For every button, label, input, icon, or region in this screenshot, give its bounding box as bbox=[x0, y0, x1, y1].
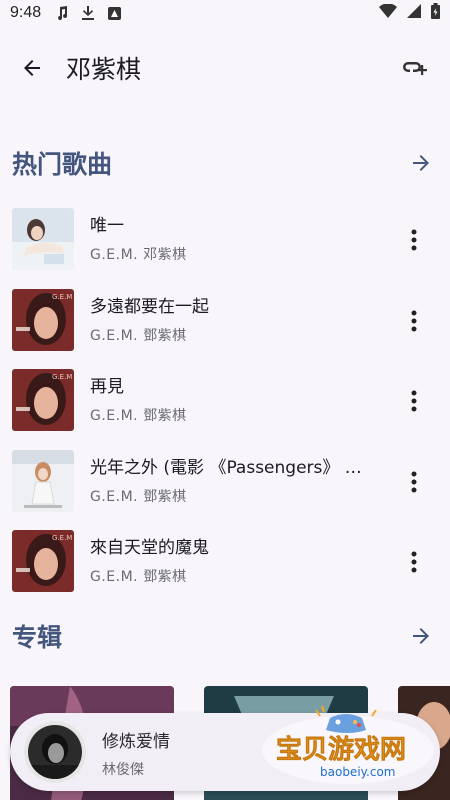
wifi-icon bbox=[379, 3, 397, 22]
album-cover: G.E.M bbox=[12, 530, 74, 592]
song-row[interactable]: G.E.M 多遠都要在一起 G.E.M. 鄧紫棋 bbox=[0, 281, 450, 362]
back-button[interactable] bbox=[12, 48, 52, 88]
albums-title: 专辑 bbox=[12, 623, 63, 652]
top-app-bar: 邓紫棋 bbox=[0, 40, 450, 96]
hot-songs-header[interactable]: 热门歌曲 bbox=[0, 141, 450, 185]
more-options-button[interactable] bbox=[402, 225, 426, 255]
arrow-forward-icon bbox=[413, 628, 429, 644]
now-playing-title: 修炼爱情 bbox=[102, 732, 170, 752]
more-vert-icon bbox=[411, 551, 417, 573]
cell-signal-icon bbox=[407, 4, 421, 22]
music-note-icon bbox=[55, 6, 69, 20]
status-time: 9:48 bbox=[10, 4, 42, 21]
more-options-button[interactable] bbox=[402, 547, 426, 577]
hot-songs-more-button[interactable] bbox=[406, 148, 436, 178]
more-vert-icon bbox=[411, 471, 417, 493]
svg-text:G.E.M: G.E.M bbox=[52, 534, 72, 542]
song-title: 唯一 bbox=[90, 216, 124, 236]
album-cover bbox=[12, 449, 74, 512]
song-title: 來自天堂的魔鬼 bbox=[90, 538, 209, 558]
app-notification-icon bbox=[107, 6, 121, 20]
album-cover bbox=[12, 208, 74, 270]
svg-text:G.E.M: G.E.M bbox=[52, 373, 72, 381]
hot-songs-title: 热门歌曲 bbox=[12, 150, 113, 179]
song-artist: G.E.M. 鄧紫棋 bbox=[90, 569, 187, 585]
page-title: 邓紫棋 bbox=[66, 55, 142, 84]
song-row[interactable]: G.E.M 再見 G.E.M. 鄧紫棋 bbox=[0, 361, 450, 442]
arrow-back-icon bbox=[24, 60, 40, 76]
now-playing-disc[interactable] bbox=[24, 721, 86, 783]
playlist-link-add-icon bbox=[403, 62, 427, 75]
status-bar: 9:48 bbox=[0, 0, 450, 26]
svg-text:G.E.M: G.E.M bbox=[52, 293, 72, 301]
song-artist: G.E.M. 鄧紫棋 bbox=[90, 488, 187, 505]
song-title: 再見 bbox=[90, 377, 124, 397]
more-vert-icon bbox=[411, 390, 417, 412]
albums-more-button[interactable] bbox=[406, 621, 436, 651]
playlist-add-button[interactable] bbox=[396, 48, 436, 88]
hot-songs-list: 唯一 G.E.M. 邓紫棋 G.E.M 多遠都要在一起 G.E.M. 鄧紫棋 G… bbox=[0, 200, 450, 603]
battery-icon bbox=[431, 3, 440, 23]
song-row[interactable]: 唯一 G.E.M. 邓紫棋 bbox=[0, 200, 450, 281]
album-cover: G.E.M bbox=[12, 369, 74, 431]
song-artist: G.E.M. 鄧紫棋 bbox=[90, 408, 187, 424]
more-vert-icon bbox=[411, 229, 417, 251]
more-options-button[interactable] bbox=[402, 386, 426, 416]
song-title: 光年之外 (電影 《Passengers》 … bbox=[90, 457, 362, 478]
more-options-button[interactable] bbox=[402, 306, 426, 336]
now-playing-artist: 林俊傑 bbox=[102, 762, 144, 778]
arrow-forward-icon bbox=[413, 155, 429, 171]
more-options-button[interactable] bbox=[402, 467, 426, 497]
song-artist: G.E.M. 鄧紫棋 bbox=[90, 327, 187, 344]
song-row[interactable]: G.E.M 來自天堂的魔鬼 G.E.M. 鄧紫棋 bbox=[0, 522, 450, 603]
song-title: 多遠都要在一起 bbox=[90, 296, 209, 317]
album-cover: G.E.M bbox=[12, 288, 74, 351]
mini-player[interactable]: 修炼爱情 林俊傑 bbox=[10, 713, 440, 791]
song-row[interactable]: 光年之外 (電影 《Passengers》 … G.E.M. 鄧紫棋 bbox=[0, 442, 450, 523]
download-icon bbox=[81, 6, 95, 20]
song-artist: G.E.M. 邓紫棋 bbox=[90, 247, 187, 263]
more-vert-icon bbox=[411, 310, 417, 332]
albums-header[interactable]: 专辑 bbox=[0, 614, 450, 658]
